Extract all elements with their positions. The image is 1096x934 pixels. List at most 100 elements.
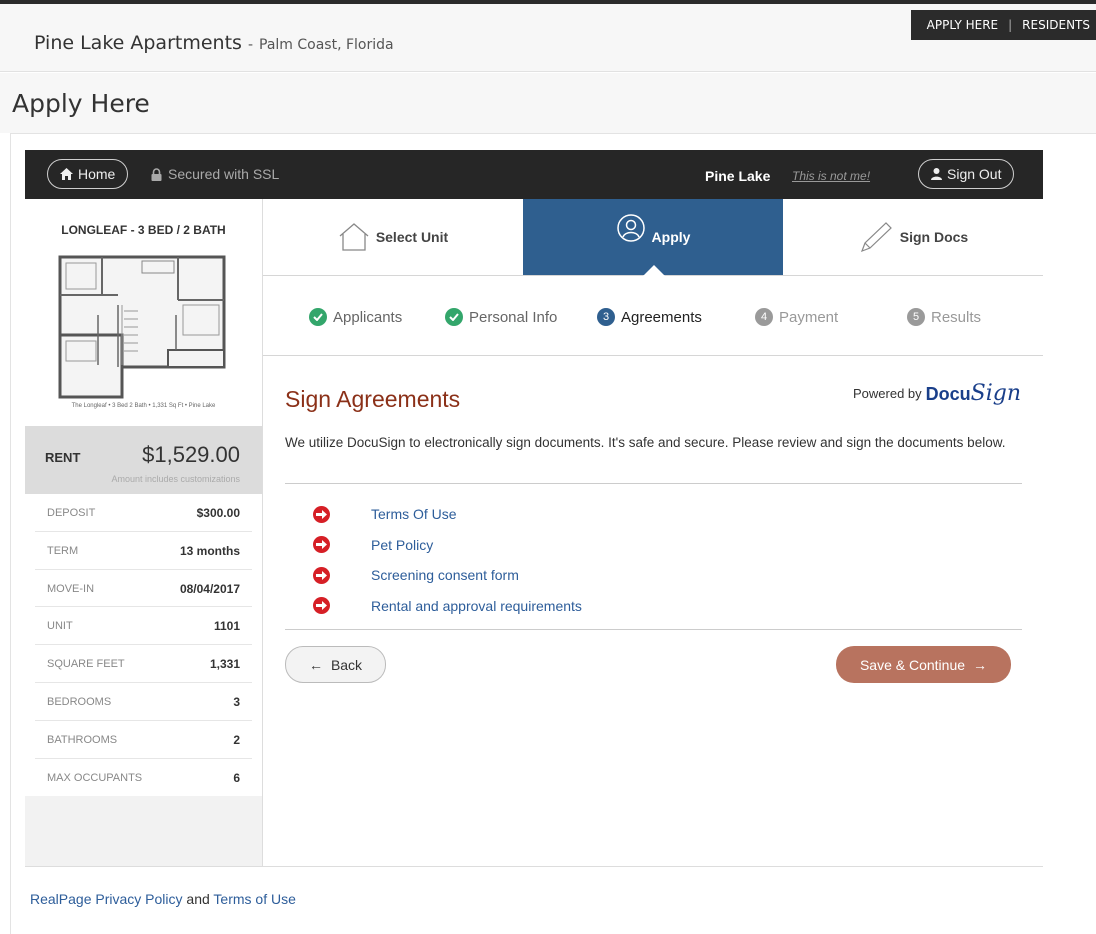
substep-label: Personal Info	[469, 308, 558, 326]
detail-row-deposit: DEPOSIT $300.00	[35, 494, 252, 532]
step-number-badge: 5	[907, 308, 925, 326]
divider	[285, 629, 1022, 630]
step-number-badge: 3	[597, 308, 615, 326]
footer-and: and	[186, 891, 210, 907]
substep-personal-info[interactable]: Personal Info	[445, 308, 557, 326]
privacy-policy-link[interactable]: RealPage Privacy Policy	[30, 891, 183, 907]
app-navbar: Home Secured with SSL Pine Lake This is …	[25, 150, 1043, 199]
document-item-terms-of-use[interactable]: Terms Of Use	[313, 499, 913, 530]
top-links: APPLY HERE | RESIDENTS	[910, 10, 1096, 40]
rent-label: RENT	[45, 450, 81, 465]
user-icon	[931, 168, 942, 180]
top-link-apply-here[interactable]: APPLY HERE	[927, 18, 998, 32]
substep-label: Results	[931, 308, 982, 326]
document-item-pet-policy[interactable]: Pet Policy	[313, 530, 913, 561]
top-link-residents[interactable]: RESIDENTS	[1022, 18, 1090, 32]
arrow-left-icon: ←	[308, 656, 323, 673]
detail-value: $300.00	[196, 506, 240, 520]
step-select-unit[interactable]: Select Unit	[263, 199, 523, 275]
document-item-rental-requirements[interactable]: Rental and approval requirements	[313, 591, 913, 622]
user-circle-icon	[616, 214, 645, 242]
detail-label: MAX OCCUPANTS	[47, 771, 143, 784]
document-list: Terms Of Use Pet Policy Screening consen…	[313, 499, 913, 621]
detail-label: UNIT	[47, 620, 73, 633]
primary-steps: Select Unit Apply Sign Docs	[263, 199, 1043, 276]
page-title: Apply Here	[12, 89, 150, 118]
unit-summary-sidebar: LONGLEAF - 3 BED / 2 BATH The Longleaf •…	[25, 199, 263, 866]
back-button[interactable]: ← Back	[285, 646, 386, 683]
step-label: Sign Docs	[899, 229, 969, 245]
pencil-icon	[860, 222, 892, 253]
agreements-description: We utilize DocuSign to electronically si…	[285, 435, 1006, 450]
ssl-indicator: Secured with SSL	[151, 166, 279, 182]
detail-value: 3	[233, 694, 240, 709]
site-title: Pine Lake Apartments - Palm Coast, Florida	[34, 32, 394, 54]
floorplan-caption: The Longleaf • 3 Bed 2 Bath • 1,331 Sq F…	[71, 403, 216, 409]
detail-value: 08/04/2017	[179, 581, 240, 596]
rent-summary: RENT $1,529.00 Amount includes customiza…	[25, 426, 262, 494]
sign-out-button[interactable]: Sign Out	[918, 159, 1015, 189]
save-label: Save & Continue	[859, 656, 966, 673]
check-circle-icon	[445, 308, 463, 326]
save-continue-button[interactable]: Save & Continue →	[836, 646, 1011, 683]
detail-row-bedrooms: BEDROOMS 3	[35, 683, 252, 721]
detail-label: TERM	[47, 544, 79, 557]
arrow-right-circle-icon	[313, 536, 330, 554]
detail-label: BATHROOMS	[47, 733, 118, 746]
detail-row-term: TERM 13 months	[35, 532, 252, 570]
footer: RealPage Privacy Policy and Terms of Use	[30, 891, 296, 907]
powered-by-label: Powered by	[852, 386, 922, 401]
back-label: Back	[330, 656, 363, 673]
active-step-notch	[643, 265, 665, 276]
substep-results: 5 Results	[907, 308, 981, 326]
docusign-logo-sign: Sign	[970, 381, 1021, 406]
document-link[interactable]: Rental and approval requirements	[371, 598, 582, 614]
document-item-screening-consent[interactable]: Screening consent form	[313, 560, 913, 591]
docusign-logo-docu: Docu	[925, 384, 971, 404]
detail-row-unit: UNIT 1101	[35, 607, 252, 646]
document-link[interactable]: Screening consent form	[371, 567, 519, 583]
document-link[interactable]: Terms Of Use	[371, 506, 457, 522]
detail-value: 1101	[213, 619, 240, 634]
detail-row-max-occupants: MAX OCCUPANTS 6	[35, 759, 252, 797]
home-button[interactable]: Home	[47, 159, 129, 189]
detail-label: DEPOSIT	[47, 507, 96, 519]
site-name[interactable]: Pine Lake Apartments	[34, 32, 242, 54]
current-user-name: Pine Lake	[705, 168, 771, 184]
check-circle-icon	[309, 308, 327, 326]
detail-row-bathrooms: BATHROOMS 2	[35, 721, 252, 759]
content-title: Sign Agreements	[285, 386, 461, 412]
substep-applicants[interactable]: Applicants	[309, 308, 402, 326]
floorplan-title: LONGLEAF - 3 BED / 2 BATH	[61, 223, 226, 237]
substep-agreements[interactable]: 3 Agreements	[597, 308, 702, 326]
divider	[285, 483, 1022, 484]
site-location: Palm Coast, Florida	[259, 37, 394, 53]
rent-note: Amount includes customizations	[111, 474, 240, 484]
step-apply[interactable]: Apply	[523, 199, 783, 276]
arrow-right-icon: →	[973, 656, 988, 673]
unit-detail-list: DEPOSIT $300.00 TERM 13 months MOVE-IN 08/0…	[25, 494, 262, 797]
step-label: Apply	[651, 229, 691, 245]
terms-of-use-link[interactable]: Terms of Use	[213, 891, 295, 907]
rent-value: $1,529.00	[142, 442, 240, 467]
step-label: Select Unit	[375, 229, 449, 245]
top-link-separator: |	[1008, 18, 1013, 32]
step-number-badge: 4	[755, 308, 773, 326]
detail-value: 6	[233, 770, 240, 785]
page-title-band	[0, 73, 1096, 133]
ssl-label: Secured with SSL	[168, 166, 280, 182]
sign-out-label: Sign Out	[947, 166, 1002, 182]
step-sign-docs[interactable]: Sign Docs	[783, 199, 1043, 275]
detail-row-move-in: MOVE-IN 08/04/2017	[35, 570, 252, 608]
not-me-link[interactable]: This is not me!	[792, 169, 870, 183]
substep-label: Applicants	[333, 308, 403, 326]
document-link[interactable]: Pet Policy	[371, 537, 433, 553]
house-outline-icon	[339, 223, 369, 251]
lock-icon	[151, 167, 162, 181]
detail-label: SQUARE FEET	[47, 658, 125, 671]
detail-label: BEDROOMS	[47, 695, 112, 708]
detail-row-square-feet: SQUARE FEET 1,331	[35, 645, 252, 683]
detail-value: 13 months	[179, 543, 240, 558]
detail-label: MOVE-IN	[47, 582, 95, 595]
substep-payment: 4 Payment	[755, 308, 838, 326]
